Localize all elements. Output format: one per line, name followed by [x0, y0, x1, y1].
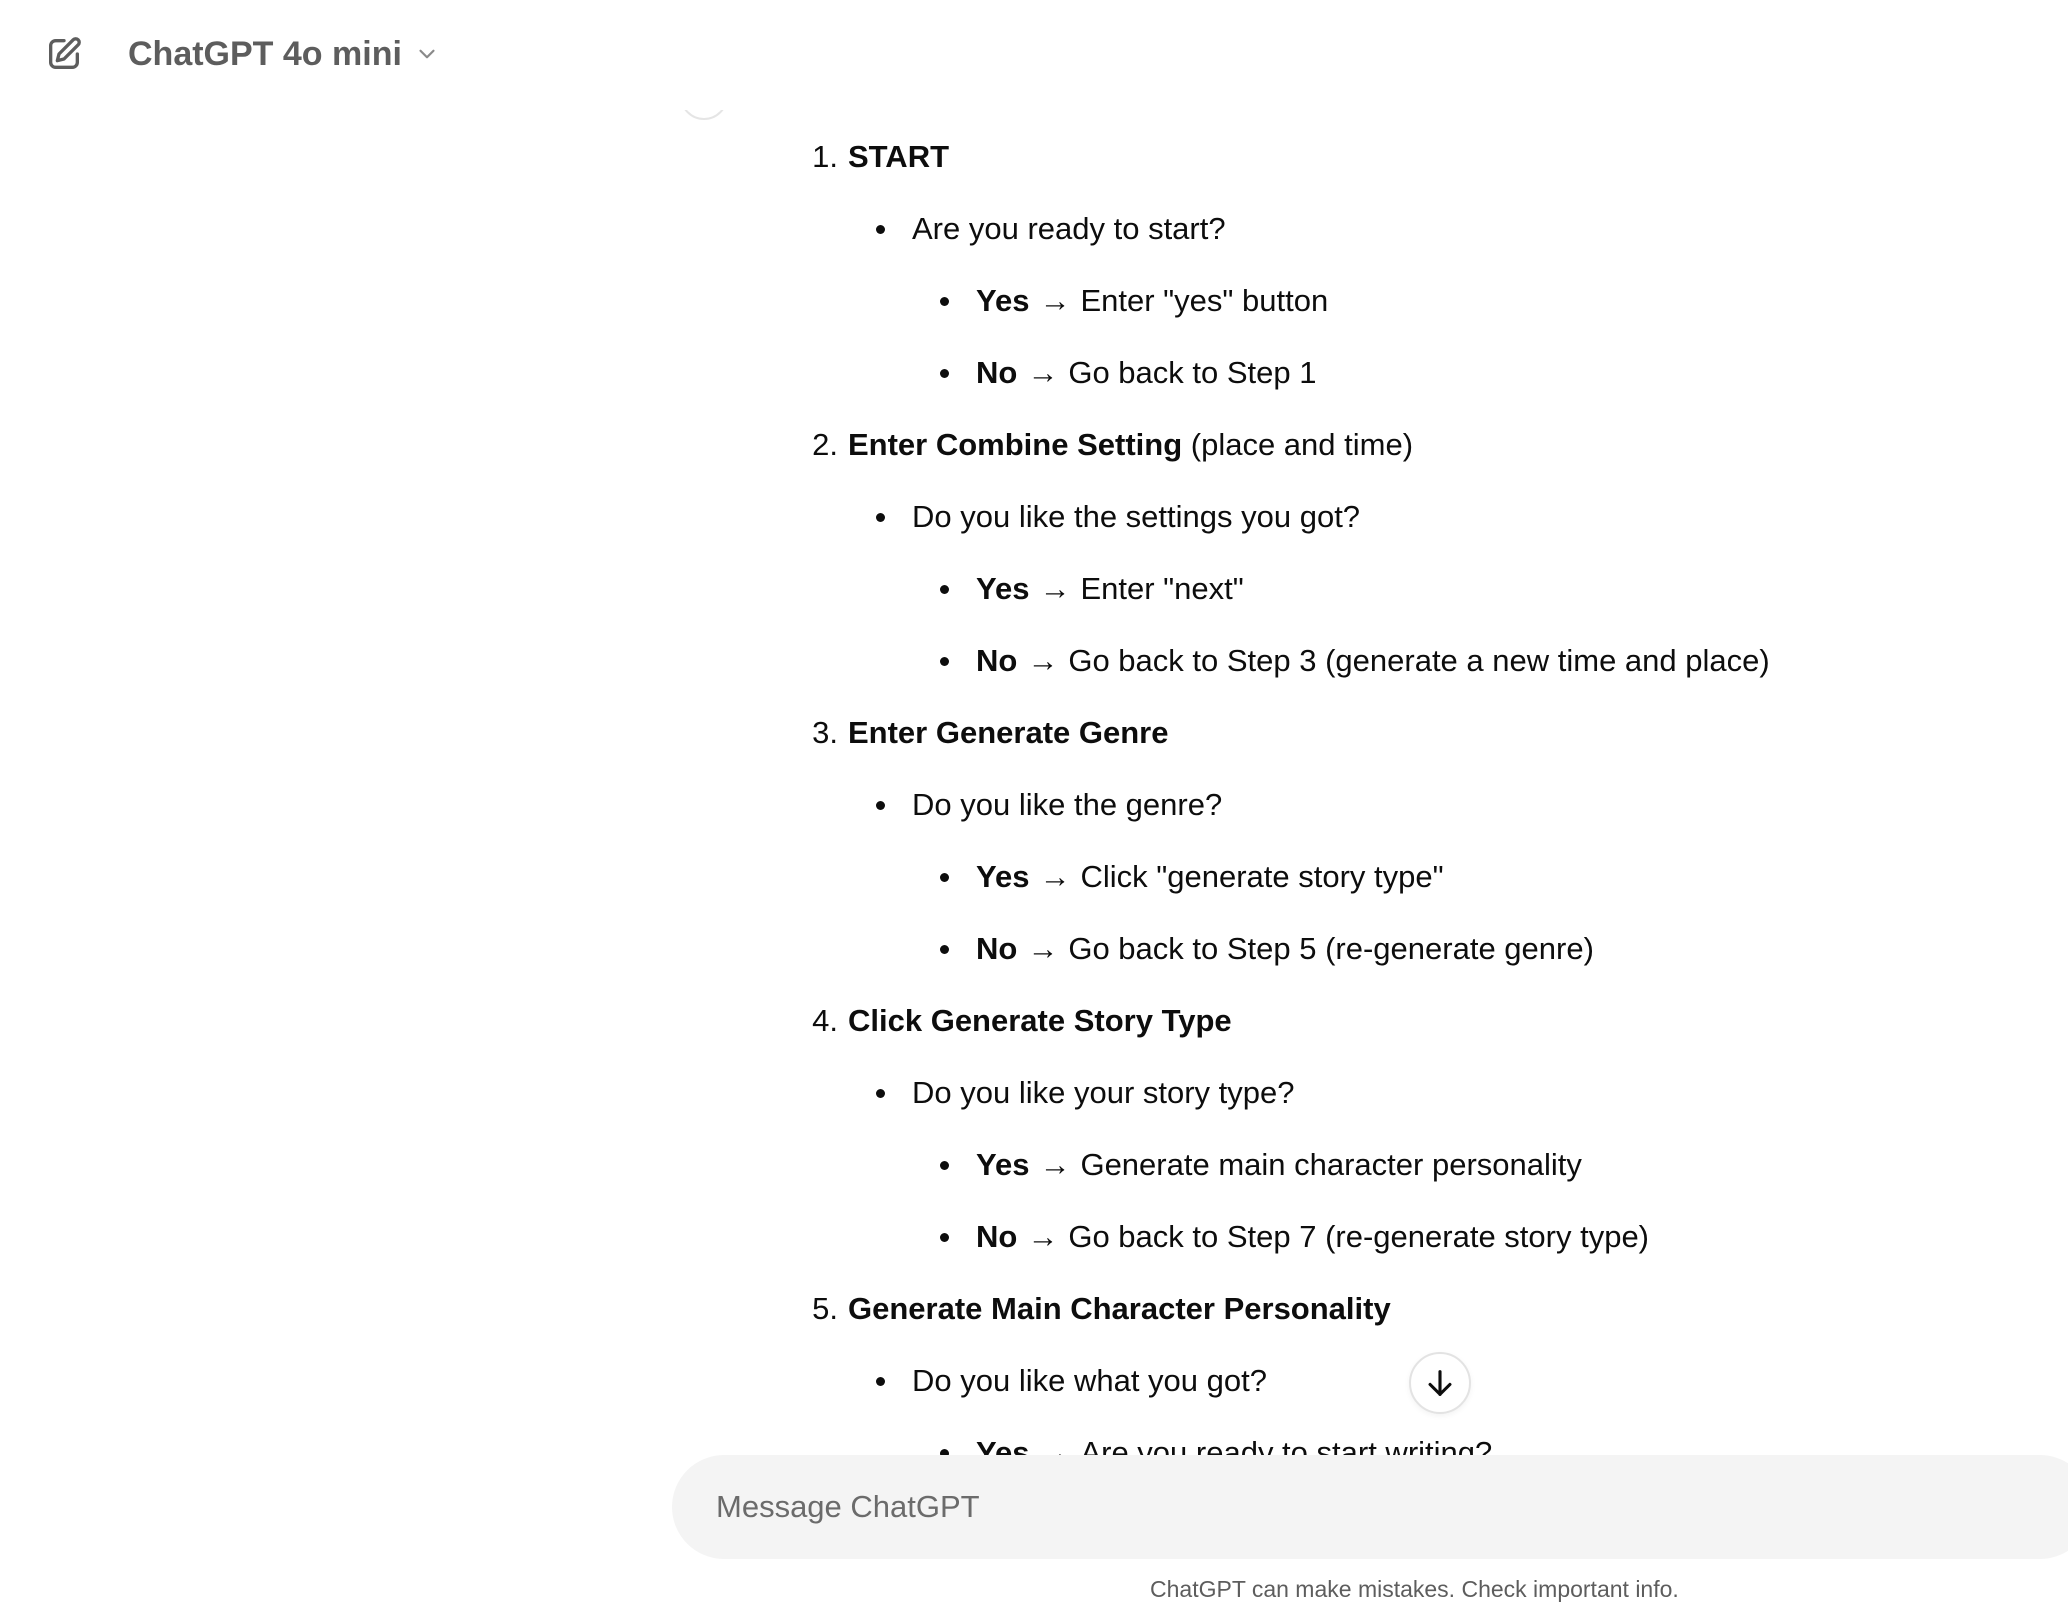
arrow-right-icon: →	[1027, 1219, 1059, 1254]
list-item-yes: Yes → Are you ready to start writing?	[939, 1431, 1493, 1455]
yes-text: Click "generate story type"	[1080, 859, 1444, 894]
yes-label: Yes	[976, 283, 1030, 318]
chevron-down-icon	[419, 49, 435, 59]
arrow-down-icon	[1428, 1370, 1452, 1396]
new-chat-edit-icon	[49, 37, 81, 70]
list-item-yes: Yes → Enter "yes" button	[939, 279, 1329, 323]
message-composer[interactable]	[672, 1455, 2068, 1559]
yes-text: Enter "yes" button	[1080, 283, 1329, 318]
scroll-to-bottom-button[interactable]	[1409, 1352, 1471, 1414]
yes-label: Yes	[976, 1435, 1030, 1455]
step-number: 5.	[812, 1291, 838, 1326]
disclaimer-text: ChatGPT can make mistakes. Check importa…	[1150, 1576, 1679, 1602]
step-number: 4.	[812, 1003, 838, 1038]
yes-label: Yes	[976, 571, 1030, 606]
list-item-question: Are you ready to start?	[876, 207, 1226, 251]
step-number: 2.	[812, 427, 838, 462]
message-action-button	[680, 110, 728, 120]
no-text: Go back to Step 1	[1068, 355, 1317, 390]
list-item-yes: Yes → Generate main character personalit…	[940, 1143, 1582, 1187]
step-number: 1.	[812, 139, 838, 174]
list-item-no: No → Go back to Step 3 (generate a new t…	[940, 639, 1770, 683]
list-item-step-5: 5. Generate Main Character Personality	[812, 1287, 1391, 1331]
list-item-step-1: 1. START	[812, 135, 950, 179]
list-item-question: Do you like the genre?	[875, 783, 1223, 827]
question-text: Do you like the settings you got?	[912, 499, 1361, 534]
no-label: No	[976, 643, 1018, 678]
no-text: Go back to Step 7 (re-generate story typ…	[1068, 1219, 1650, 1254]
step-number: 3.	[812, 715, 838, 750]
arrow-right-icon: →	[1039, 283, 1071, 318]
arrow-right-icon: →	[1027, 643, 1059, 678]
step-title: Click Generate Story Type	[848, 1003, 1232, 1038]
arrow-right-icon: →	[1039, 571, 1071, 606]
list-item-no: No → Go back to Step 5 (re-generate genr…	[940, 927, 1594, 971]
arrow-right-icon: →	[1039, 1435, 1071, 1455]
no-label: No	[976, 1219, 1018, 1254]
question-text: Are you ready to start?	[912, 211, 1226, 246]
model-switcher[interactable]: ChatGPT 4o mini	[116, 28, 452, 80]
question-text: Do you like your story type?	[912, 1075, 1295, 1110]
step-title: Enter Combine Setting	[848, 427, 1183, 462]
yes-text: Enter "next"	[1080, 571, 1244, 606]
list-item-question: Do you like your story type?	[876, 1071, 1295, 1115]
list-item-no: No → Go back to Step 1	[939, 351, 1317, 395]
arrow-right-icon: →	[1039, 1147, 1071, 1182]
question-text: Do you like the genre?	[912, 787, 1223, 822]
list-item-question: Do you like what you got?	[876, 1359, 1267, 1403]
list-item-step-4: 4. Click Generate Story Type	[812, 999, 1232, 1043]
message-input[interactable]	[716, 1483, 2016, 1531]
yes-label: Yes	[976, 1147, 1030, 1182]
step-suffix: (place and time)	[1182, 427, 1414, 462]
list-item-yes: Yes → Enter "next"	[940, 567, 1244, 611]
yes-text: Are you ready to start writing?	[1080, 1435, 1493, 1455]
step-title: Enter Generate Genre	[848, 715, 1169, 750]
no-text: Go back to Step 3 (generate a new time a…	[1068, 643, 1770, 678]
list-item-step-3: 3. Enter Generate Genre	[812, 711, 1169, 755]
arrow-right-icon: →	[1027, 355, 1059, 390]
yes-text: Generate main character personality	[1080, 1147, 1582, 1182]
no-label: No	[976, 355, 1018, 390]
step-title: Generate Main Character Personality	[848, 1291, 1391, 1326]
chat-area[interactable]: 1. START Are you ready to start? Yes → E…	[0, 110, 2068, 1455]
step-title: START	[848, 139, 950, 174]
no-label: No	[976, 931, 1018, 966]
list-item-question: Do you like the settings you got?	[875, 495, 1361, 539]
no-text: Go back to Step 5 (re-generate genre)	[1068, 931, 1594, 966]
list-item-no: No → Go back to Step 7 (re-generate stor…	[939, 1215, 1650, 1259]
question-text: Do you like what you got?	[912, 1363, 1267, 1398]
top-bar: ChatGPT 4o mini	[0, 0, 2068, 110]
arrow-right-icon: →	[1027, 931, 1059, 966]
new-chat-button[interactable]	[40, 30, 88, 78]
model-name: ChatGPT 4o mini	[128, 34, 402, 73]
arrow-right-icon: →	[1039, 859, 1071, 894]
list-item-step-2: 2. Enter Combine Setting (place and time…	[812, 423, 1414, 467]
list-item-yes: Yes → Click "generate story type"	[940, 855, 1444, 899]
yes-label: Yes	[976, 859, 1030, 894]
